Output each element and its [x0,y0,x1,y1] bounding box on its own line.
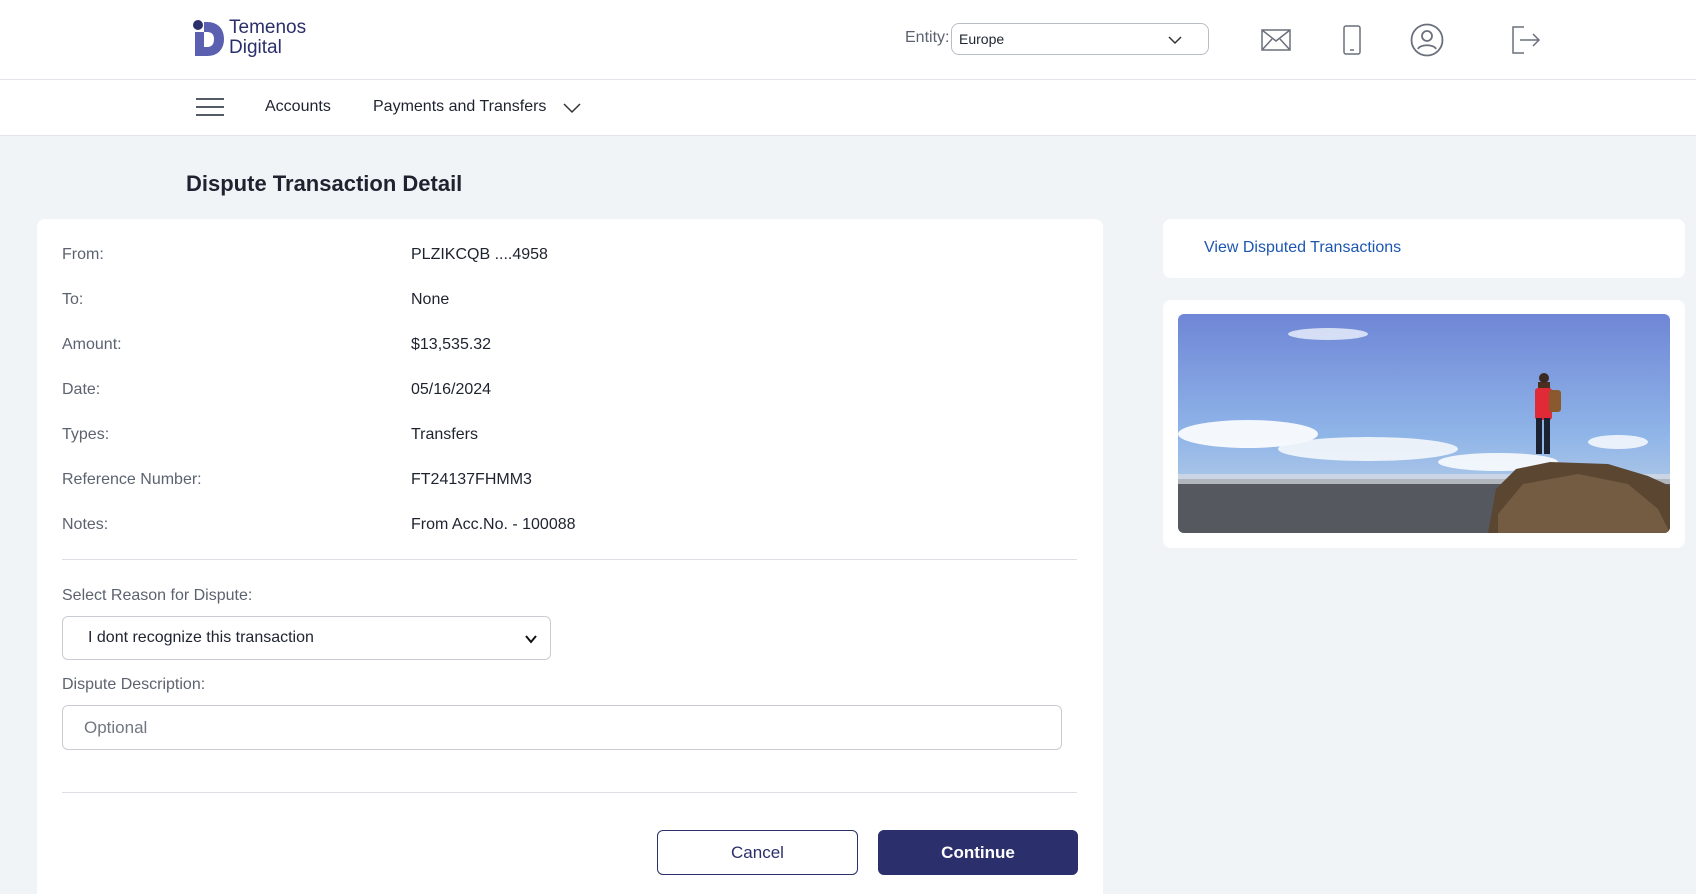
detail-value: Transfers [411,426,478,443]
divider [62,559,1077,560]
continue-button[interactable]: Continue [878,830,1078,875]
hiker-banner-image [1178,314,1670,533]
chevron-down-icon[interactable] [562,98,582,118]
detail-label: Notes: [62,516,109,533]
profile-icon [1410,23,1444,57]
nav-accounts[interactable]: Accounts [265,98,331,116]
disputed-transactions-card: View Disputed Transactions [1163,219,1685,278]
top-header: Temenos Digital Entity: Europe [0,0,1696,80]
mobile-icon [1343,25,1361,55]
mail-button[interactable] [1256,20,1296,60]
dispute-reason-select[interactable]: I dont recognize this transaction [62,616,551,660]
logo-line-2: Digital [229,37,282,58]
reason-value: I dont recognize this transaction [88,629,314,646]
hamburger-menu-icon[interactable] [196,98,224,118]
detail-value: 05/16/2024 [411,381,492,398]
detail-row-from: From: PLZIKCQB ....4958 [62,246,1062,266]
logout-icon [1512,26,1541,54]
logo[interactable]: Temenos Digital [191,18,306,58]
view-disputed-transactions-link[interactable]: View Disputed Transactions [1204,239,1401,257]
profile-button[interactable] [1407,20,1447,60]
detail-label: Amount: [62,336,122,353]
detail-row-types: Types: Transfers [62,426,1062,446]
detail-row-amount: Amount: $13,535.32 [62,336,1062,356]
cancel-button[interactable]: Cancel [657,830,858,875]
logo-mark-icon [193,20,224,56]
detail-row-notes: Notes: From Acc.No. - 100088 [62,516,1062,536]
promo-card [1163,300,1685,548]
page-title: Dispute Transaction Detail [186,171,463,196]
entity-value: Europe [959,31,1005,47]
detail-label: From: [62,246,104,263]
reason-label: Select Reason for Dispute: [62,587,253,604]
chevron-down-icon [525,635,537,644]
detail-value: $13,535.32 [411,336,492,353]
detail-label: Date: [62,381,101,398]
main-nav: Accounts Payments and Transfers [0,80,1696,136]
logout-button[interactable] [1506,20,1546,60]
detail-label: To: [62,291,84,308]
mail-icon [1261,29,1291,51]
detail-value: PLZIKCQB ....4958 [411,246,548,263]
detail-row-date: Date: 05/16/2024 [62,381,1062,401]
entity-label: Entity: [905,29,950,46]
mobile-button[interactable] [1332,20,1372,60]
detail-label: Types: [62,426,110,443]
detail-value: From Acc.No. - 100088 [411,516,576,533]
divider [62,792,1077,793]
detail-label: Reference Number: [62,471,202,488]
nav-payments-and-transfers[interactable]: Payments and Transfers [373,98,546,116]
logo-line-1: Temenos [229,17,307,38]
dispute-description-input[interactable] [62,705,1062,750]
description-label: Dispute Description: [62,676,206,693]
detail-value: FT24137FHMM3 [411,471,532,488]
chevron-down-icon [1168,36,1182,45]
dispute-detail-card: From: PLZIKCQB ....4958 To: None Amount:… [37,219,1103,894]
detail-row-to: To: None [62,291,1062,311]
detail-value: None [411,291,450,308]
detail-row-reference-number: Reference Number: FT24137FHMM3 [62,471,1062,491]
logo-text: Temenos Digital [229,18,306,58]
entity-select[interactable]: Europe [951,23,1209,55]
